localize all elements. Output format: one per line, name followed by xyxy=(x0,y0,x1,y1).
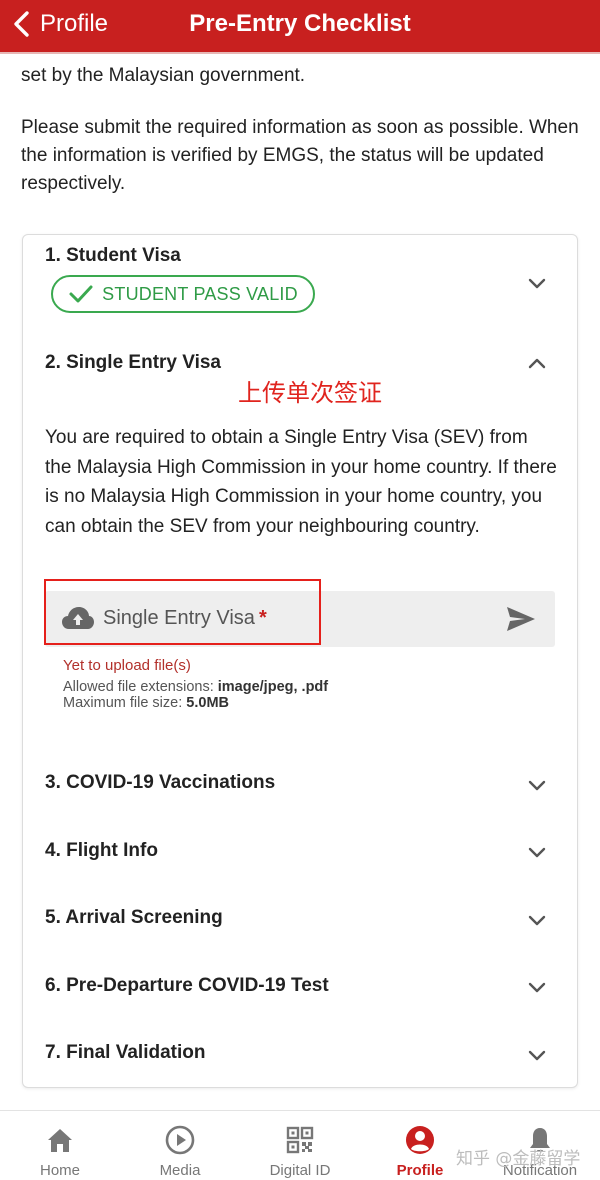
upload-status-text: Yet to upload file(s) xyxy=(63,657,191,674)
checkmark-icon xyxy=(69,285,93,303)
app-header: Profile Pre-Entry Checklist xyxy=(0,0,600,52)
tab-label: Digital ID xyxy=(269,1162,331,1179)
cloud-upload-icon xyxy=(62,607,94,629)
checklist-item-flight-info[interactable]: 4. Flight Info xyxy=(45,840,158,862)
status-label: STUDENT PASS VALID xyxy=(102,283,298,304)
checklist-item-arrival-screening[interactable]: 5. Arrival Screening xyxy=(45,907,223,929)
bell-icon xyxy=(530,1128,550,1152)
upload-field-text: Single Entry Visa xyxy=(103,607,255,629)
allowed-extensions-label: Allowed file extensions: xyxy=(63,679,218,695)
checklist-item-single-entry-visa[interactable]: 2. Single Entry Visa xyxy=(45,352,221,374)
back-label: Profile xyxy=(40,10,109,37)
checklist-item-covid-vaccinations[interactable]: 3. COVID-19 Vaccinations xyxy=(45,772,275,794)
checklist-item-pre-departure-test[interactable]: 6. Pre-Departure COVID-19 Test xyxy=(45,975,329,997)
checklist-item-student-visa[interactable]: 1. Student Visa xyxy=(45,245,181,267)
send-icon[interactable] xyxy=(505,605,537,633)
tab-label: Home xyxy=(39,1162,80,1179)
chevron-down-icon[interactable] xyxy=(527,980,547,994)
status-badge: STUDENT PASS VALID xyxy=(51,275,315,313)
chevron-down-icon[interactable] xyxy=(527,1048,547,1062)
max-size-label: Maximum file size: xyxy=(63,695,187,711)
upload-field[interactable]: Single Entry Visa * xyxy=(45,591,555,647)
upload-field-label: Single Entry Visa * xyxy=(103,607,267,630)
scroll-content[interactable]: set by the Malaysian government. Please … xyxy=(0,54,600,1110)
annotation-label: 上传单次签证 xyxy=(238,379,382,407)
tab-label: Media xyxy=(159,1162,201,1179)
tab-label: Profile xyxy=(396,1162,444,1179)
chevron-up-icon[interactable] xyxy=(527,356,547,370)
back-button[interactable]: Profile xyxy=(10,0,108,48)
tab-profile[interactable]: Profile xyxy=(360,1111,480,1180)
chevron-down-icon[interactable] xyxy=(527,845,547,859)
sev-description: You are required to obtain a Single Entr… xyxy=(45,427,557,537)
tab-label: Notification xyxy=(502,1162,578,1179)
chevron-down-icon[interactable] xyxy=(527,778,547,792)
max-size-value: 5.0MB xyxy=(186,695,229,711)
intro-text: Please submit the required information a… xyxy=(21,117,579,194)
allowed-extensions-value: image/jpeg, .pdf xyxy=(217,679,329,695)
home-icon xyxy=(48,1129,72,1152)
chevron-down-icon[interactable] xyxy=(527,913,547,927)
chevron-down-icon[interactable] xyxy=(527,276,547,290)
chevron-left-icon xyxy=(14,11,29,37)
tab-home[interactable]: Home xyxy=(0,1111,120,1180)
upload-requirements: Allowed file extensions: image/jpeg, .pd… xyxy=(63,679,328,711)
user-icon xyxy=(406,1126,434,1154)
tab-media[interactable]: Media xyxy=(120,1111,240,1180)
tab-digital-id[interactable]: Digital ID xyxy=(240,1111,360,1180)
checklist-card: 1. Student Visa STUDENT PASS VALID 2. Si… xyxy=(22,234,578,1088)
tab-notification[interactable]: Notification xyxy=(480,1111,600,1180)
play-icon xyxy=(165,1125,195,1155)
intro-text: set by the Malaysian government. xyxy=(21,65,306,86)
required-mark: * xyxy=(258,607,267,629)
qr-code-icon xyxy=(286,1126,314,1154)
checklist-item-final-validation[interactable]: 7. Final Validation xyxy=(45,1042,205,1064)
bottom-tab-bar: Home Media Digital ID Profile Notificati… xyxy=(0,1110,600,1180)
